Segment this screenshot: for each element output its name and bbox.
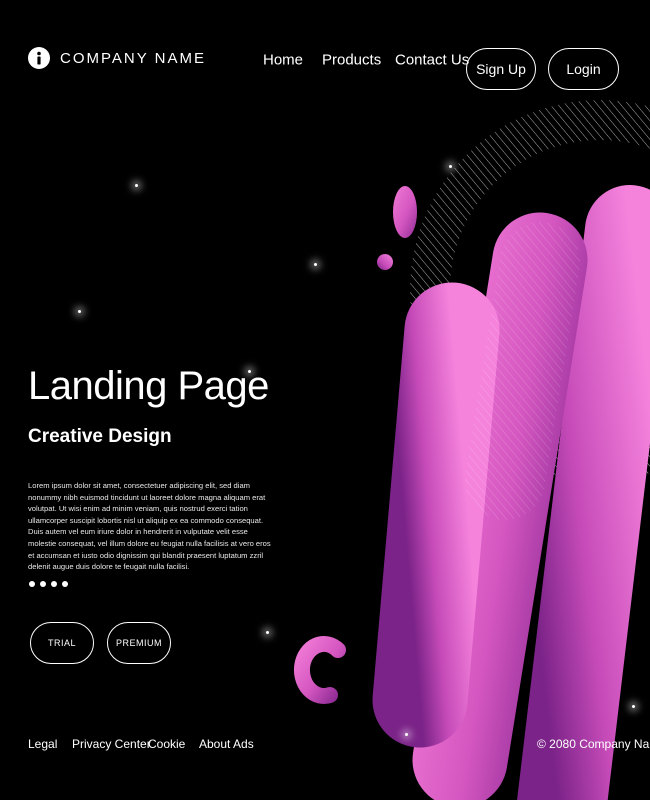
company-logo[interactable]: COMPANY NAME [28,47,206,69]
copyright-text: © 2080 Company Name [537,737,650,751]
sparkle [135,184,138,187]
sign-up-button[interactable]: Sign Up [466,48,536,90]
sparkle [314,263,317,266]
sparkle [405,733,408,736]
footer-link-legal[interactable]: Legal [28,737,57,751]
carousel-dot[interactable] [51,581,57,587]
premium-button[interactable]: PREMIUM [107,622,171,664]
footer-link-about-ads[interactable]: About Ads [199,737,254,751]
nav-home[interactable]: Home [263,52,303,69]
hero-description: Lorem ipsum dolor sit amet, consectetuer… [28,481,271,572]
login-button[interactable]: Login [548,48,619,90]
carousel-dot[interactable] [29,581,35,587]
sparkle [449,165,452,168]
carousel-dot[interactable] [40,581,46,587]
footer-link-cookie[interactable]: Cookie [148,737,185,751]
carousel-dots [29,581,68,587]
sparkle [266,631,269,634]
landing-page: COMPANY NAME Home Products Contact Us Si… [0,0,650,800]
footer-link-privacy-center[interactable]: Privacy Center [72,737,151,751]
trial-button[interactable]: TRIAL [30,622,94,664]
nav-contact-us[interactable]: Contact Us [395,52,469,69]
sparkle [632,705,635,708]
nav-products[interactable]: Products [322,52,381,69]
hero-title: Landing Page [28,364,269,408]
info-icon [28,47,50,69]
sparkle [78,310,81,313]
hero-subtitle: Creative Design [28,426,172,447]
carousel-dot[interactable] [62,581,68,587]
brand-name: COMPANY NAME [60,49,206,67]
